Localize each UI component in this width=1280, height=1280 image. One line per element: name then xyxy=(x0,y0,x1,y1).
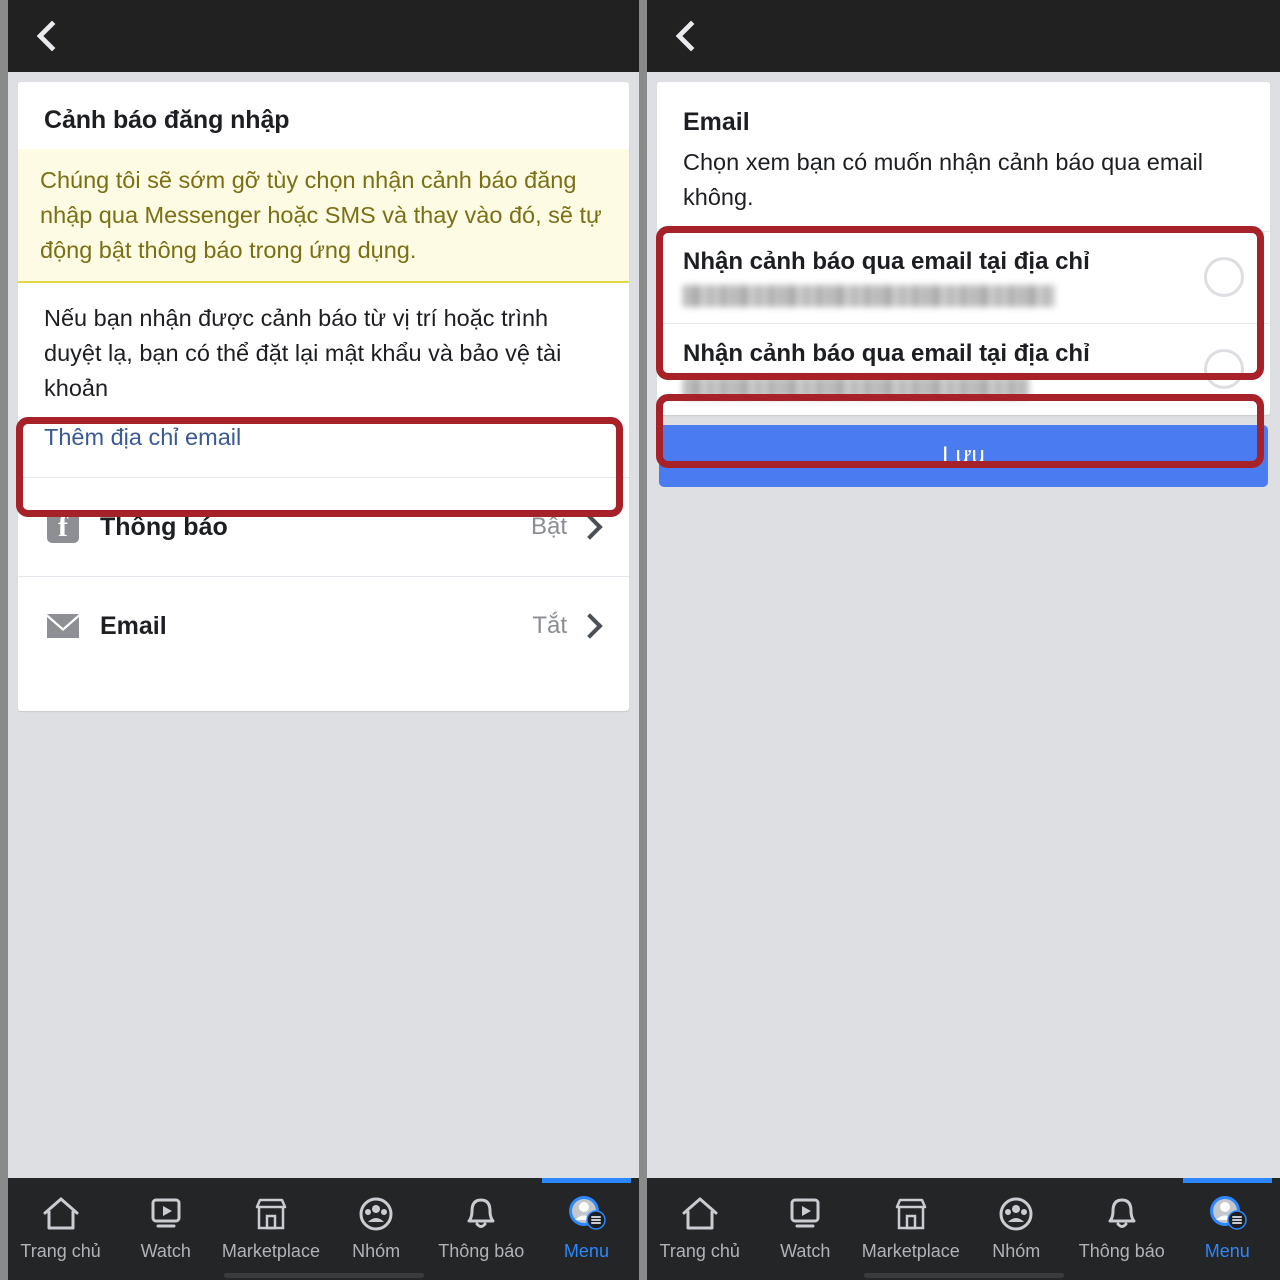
bell-icon xyxy=(1102,1192,1142,1236)
watch-play-icon xyxy=(146,1192,186,1236)
option-row-email[interactable]: Email Tắt xyxy=(18,577,629,675)
radio-button[interactable] xyxy=(1204,348,1244,389)
nav-tab-label: Watch xyxy=(140,1241,191,1261)
redacted-email-address xyxy=(683,285,1055,307)
nav-tab-menu[interactable]: Menu xyxy=(1175,1178,1280,1280)
login-alerts-card: Cảnh báo đăng nhập Chúng tôi sẽ sớm gỡ t… xyxy=(18,82,629,711)
marketplace-icon xyxy=(251,1192,291,1236)
nav-tab-label: Nhóm xyxy=(352,1241,401,1261)
nav-tab-marketplace[interactable]: Marketplace xyxy=(858,1178,964,1280)
nav-tab-label: Marketplace xyxy=(221,1241,320,1261)
save-button[interactable]: Lưu xyxy=(659,425,1268,487)
facebook-icon xyxy=(46,507,80,547)
back-icon[interactable] xyxy=(673,19,699,53)
menu-avatar-icon xyxy=(1205,1192,1249,1236)
right-bottom-nav: Trang chủ Watch Marketplace Nhóm Thông b… xyxy=(647,1178,1280,1280)
info-banner: Chúng tôi sẽ sớm gỡ tùy chọn nhận cảnh b… xyxy=(18,149,629,283)
option-label: Email xyxy=(100,611,167,640)
nav-tab-watch[interactable]: Watch xyxy=(753,1178,859,1280)
right-content-area: Email Chọn xem bạn có muốn nhận cảnh báo… xyxy=(647,72,1280,1178)
left-top-bar xyxy=(8,0,639,72)
option-label: Thông báo xyxy=(100,512,228,541)
nav-tab-watch[interactable]: Watch xyxy=(113,1178,218,1280)
nav-tab-label: Watch xyxy=(780,1241,831,1261)
nav-tab-notifications[interactable]: Thông báo xyxy=(429,1178,534,1280)
home-indicator xyxy=(223,1273,424,1278)
nav-tab-label: Trang chủ xyxy=(20,1241,101,1261)
email-settings-card: Email Chọn xem bạn có muốn nhận cảnh báo… xyxy=(657,82,1270,415)
page-title: Email xyxy=(683,108,750,136)
left-phone-screen: Cảnh báo đăng nhập Chúng tôi sẽ sớm gỡ t… xyxy=(8,0,639,1280)
dual-screenshot-container: Cảnh báo đăng nhập Chúng tôi sẽ sớm gỡ t… xyxy=(0,0,1280,1280)
left-bottom-nav: Trang chủ Watch Marketplace Nhóm Thông b… xyxy=(8,1178,639,1280)
nav-tab-label: Menu xyxy=(1204,1241,1250,1261)
nav-tab-groups[interactable]: Nhóm xyxy=(324,1178,429,1280)
left-content-area: Cảnh báo đăng nhập Chúng tôi sẽ sớm gỡ t… xyxy=(8,72,639,1178)
home-icon xyxy=(41,1192,81,1236)
bell-icon xyxy=(461,1192,501,1236)
radio-button[interactable] xyxy=(1204,256,1244,297)
menu-avatar-icon xyxy=(564,1192,608,1236)
email-choice-row-2[interactable]: Nhận cảnh báo qua email tại địa chỉ xyxy=(657,324,1270,415)
nav-tab-label: Thông báo xyxy=(438,1241,525,1261)
home-indicator xyxy=(863,1273,1064,1278)
marketplace-icon xyxy=(891,1192,931,1236)
nav-tab-marketplace[interactable]: Marketplace xyxy=(218,1178,323,1280)
groups-icon xyxy=(996,1192,1036,1236)
home-icon xyxy=(680,1192,720,1236)
add-email-link[interactable]: Thêm địa chỉ email xyxy=(18,416,629,477)
page-title: Cảnh báo đăng nhập xyxy=(44,106,290,134)
envelope-icon xyxy=(46,609,80,643)
nav-tab-notifications[interactable]: Thông báo xyxy=(1069,1178,1175,1280)
nav-tab-groups[interactable]: Nhóm xyxy=(964,1178,1070,1280)
description-text: Nếu bạn nhận được cảnh báo từ vị trí hoặ… xyxy=(44,305,562,401)
chevron-right-icon xyxy=(577,613,603,639)
nav-tab-label: Nhóm xyxy=(992,1241,1041,1261)
description-text: Chọn xem bạn có muốn nhận cảnh báo qua e… xyxy=(683,149,1203,210)
option-row-notifications[interactable]: Thông báo Bật xyxy=(18,478,629,576)
watch-play-icon xyxy=(785,1192,825,1236)
right-phone-screen: Email Chọn xem bạn có muốn nhận cảnh báo… xyxy=(647,0,1280,1280)
option-state: Bật xyxy=(530,513,567,540)
email-choice-label: Nhận cảnh báo qua email tại địa chỉ xyxy=(683,340,1090,367)
nav-tab-label: Marketplace xyxy=(861,1241,960,1261)
nav-tab-home[interactable]: Trang chủ xyxy=(647,1178,753,1280)
back-icon[interactable] xyxy=(34,19,60,53)
nav-tab-menu[interactable]: Menu xyxy=(534,1178,639,1280)
option-state: Tắt xyxy=(532,612,567,639)
right-top-bar xyxy=(647,0,1280,72)
groups-icon xyxy=(356,1192,396,1236)
nav-tab-label: Thông báo xyxy=(1078,1241,1165,1261)
email-choice-label: Nhận cảnh báo qua email tại địa chỉ xyxy=(683,248,1090,275)
chevron-right-icon xyxy=(577,514,603,540)
nav-tab-label: Menu xyxy=(563,1241,609,1261)
email-choice-row-1[interactable]: Nhận cảnh báo qua email tại địa chỉ xyxy=(657,232,1270,323)
nav-tab-label: Trang chủ xyxy=(659,1241,740,1261)
nav-tab-home[interactable]: Trang chủ xyxy=(8,1178,113,1280)
redacted-email-address xyxy=(683,377,1029,399)
